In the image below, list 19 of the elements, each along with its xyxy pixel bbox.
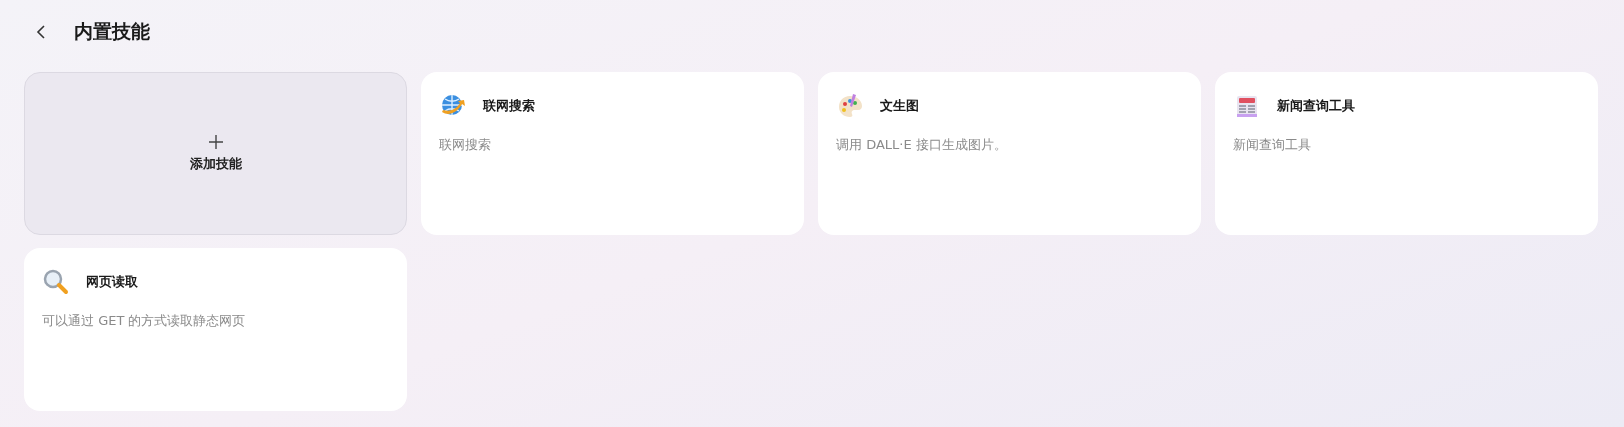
skill-name: 网页读取 <box>86 273 138 291</box>
skill-card[interactable]: 网页读取 可以通过 GET 的方式读取静态网页 <box>24 248 407 411</box>
skill-description: 联网搜索 <box>439 136 492 154</box>
search-icon <box>42 268 70 296</box>
page-title: 内置技能 <box>74 19 150 44</box>
skill-name: 联网搜索 <box>483 97 535 115</box>
skill-card[interactable]: 文生图 调用 DALL·E 接口生成图片。 <box>818 72 1201 235</box>
skill-description: 调用 DALL·E 接口生成图片。 <box>836 136 1008 154</box>
skill-card[interactable]: 新闻查询工具 新闻查询工具 <box>1215 72 1598 235</box>
back-icon <box>35 24 47 40</box>
skill-description: 可以通过 GET 的方式读取静态网页 <box>42 312 247 330</box>
palette-icon <box>836 92 864 120</box>
skill-description: 新闻查询工具 <box>1233 136 1312 154</box>
add-skill-card[interactable]: 添加技能 <box>24 72 407 235</box>
skill-name: 文生图 <box>880 97 919 115</box>
skill-name: 新闻查询工具 <box>1277 97 1355 115</box>
skill-card[interactable]: 联网搜索 联网搜索 <box>421 72 804 235</box>
add-skill-label: 添加技能 <box>189 154 242 173</box>
plus-icon <box>208 134 223 149</box>
